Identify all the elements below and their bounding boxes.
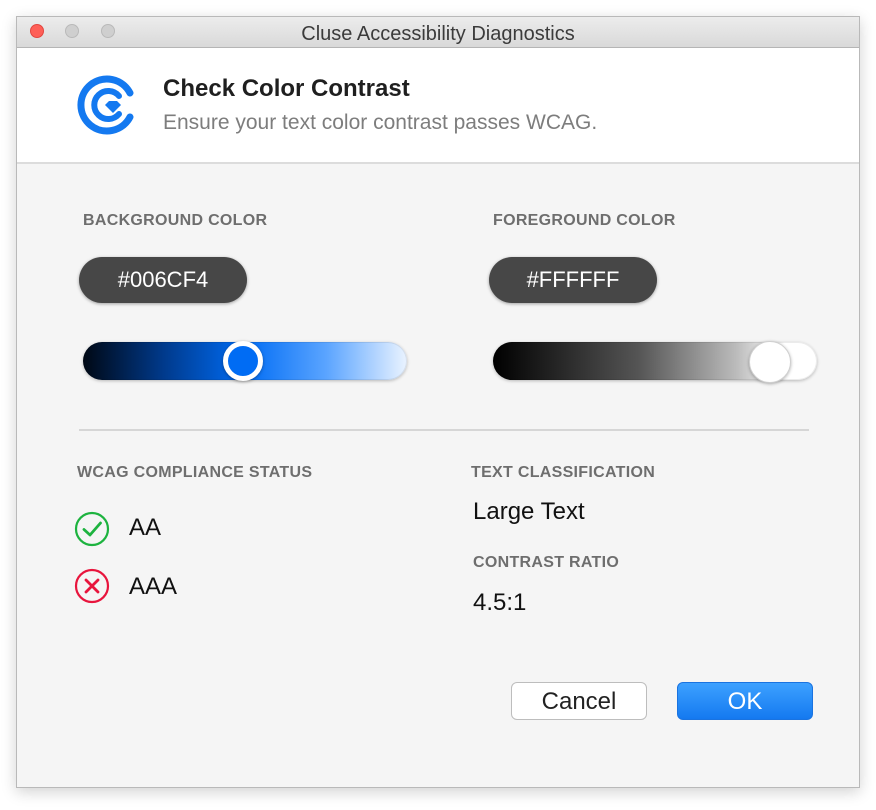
dialog-header: Check Color Contrast Ensure your text co…	[17, 48, 859, 164]
title-bar: Cluse Accessibility Diagnostics	[17, 17, 859, 48]
window-title: Cluse Accessibility Diagnostics	[301, 23, 575, 45]
dialog-window: Cluse Accessibility Diagnostics Check Co…	[16, 16, 860, 788]
x-circle-icon	[74, 568, 110, 604]
dialog-subtitle: Ensure your text color contrast passes W…	[163, 111, 598, 134]
dialog-heading: Check Color Contrast	[163, 75, 410, 102]
section-divider	[79, 429, 809, 431]
background-hex-field[interactable]: #006CF4	[79, 257, 247, 303]
contrast-ratio-value: 4.5:1	[473, 589, 527, 616]
background-slider-thumb[interactable]	[223, 341, 263, 381]
compliance-level-aaa: AAA	[129, 573, 178, 600]
cancel-button[interactable]: Cancel	[511, 682, 647, 720]
wcag-compliance-label: WCAG COMPLIANCE STATUS	[77, 464, 313, 481]
contrast-ratio-label: CONTRAST RATIO	[473, 554, 620, 571]
background-color-label: BACKGROUND COLOR	[83, 212, 268, 229]
foreground-color-label: FOREGROUND COLOR	[493, 212, 676, 229]
foreground-slider-thumb[interactable]	[749, 341, 791, 383]
check-circle-icon	[74, 511, 110, 547]
text-classification-label: TEXT CLASSIFICATION	[471, 464, 656, 481]
background-color-slider[interactable]	[83, 341, 407, 381]
foreground-color-slider[interactable]	[493, 341, 817, 383]
ok-button[interactable]: OK	[677, 682, 813, 720]
cluse-logo-icon	[77, 75, 134, 135]
text-classification-value: Large Text	[473, 498, 585, 525]
compliance-level-aa: AA	[129, 514, 162, 541]
foreground-hex-field[interactable]: #FFFFFF	[489, 257, 657, 303]
